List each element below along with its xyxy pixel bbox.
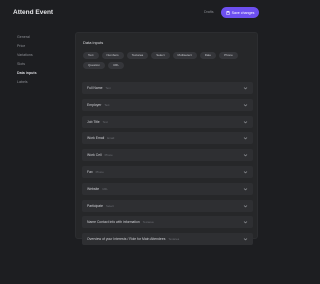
chip-select[interactable]: Select [151,52,170,59]
data-input-list: Full Name Text Employer Text Job Title Text… [82,82,253,250]
row-label: Employer [87,102,102,107]
row-label: Fax [87,169,93,174]
row-label: Work Email [87,136,105,141]
row-label: Full Name [87,86,103,90]
sidebar-item-data-inputs[interactable]: Data inputs [17,69,67,78]
row-type: URL [102,186,108,191]
row-label: Name Contact info with information [87,220,140,225]
sidebar: General Price Variations Slots Data inpu… [17,33,67,87]
sidebar-item-labels[interactable]: Labels [17,78,67,87]
row-type: Textarea [142,220,154,225]
chip-text[interactable]: Text [83,52,99,59]
sidebar-item-variations[interactable]: Variations [17,51,67,60]
chevron-down-icon[interactable] [243,119,248,125]
row-type: Text [104,102,110,107]
chevron-down-icon[interactable] [243,186,248,192]
list-item[interactable]: Participate Select [82,199,253,212]
chip-question[interactable]: Question [83,62,106,69]
list-item[interactable]: Full Name Text [82,82,253,94]
list-item[interactable]: Name Contact info with information Textar… [82,216,253,229]
chip-textarea[interactable]: Textarea [126,52,149,59]
save-icon [225,10,230,15]
data-inputs-panel: Data inputs Text Numbers Textarea Select… [75,32,258,246]
row-type: Text [105,86,111,90]
sidebar-item-price[interactable]: Price [17,42,67,51]
sidebar-item-slots[interactable]: Slots [17,60,67,69]
panel-title: Data inputs [83,40,104,45]
chip-date[interactable]: Date [199,52,217,59]
chevron-down-icon[interactable] [243,219,248,225]
chevron-down-icon[interactable] [243,135,248,141]
drafts-link[interactable]: Drafts [204,10,214,14]
row-type: Email [107,136,115,141]
row-type: Text [102,119,108,124]
row-type: Phone [104,153,113,158]
save-changes-label: Save changes [231,10,255,15]
chevron-down-icon[interactable] [243,85,248,91]
save-changes-button[interactable]: Save changes [221,7,259,18]
sidebar-item-general[interactable]: General [17,33,67,42]
list-item[interactable]: Employer Text [82,98,253,111]
row-type: Select [106,203,114,208]
list-item[interactable]: Job Title Text [82,115,253,128]
list-item[interactable]: Overview of your Interests / Role for Ma… [82,233,253,246]
header: Attend Event Drafts Save changes [0,0,300,26]
list-item[interactable]: Fax Phone [82,165,253,178]
row-type: Phone [95,169,104,174]
page-title: Attend Event [13,9,54,16]
chip-numbers[interactable]: Numbers [101,52,124,59]
chevron-down-icon[interactable] [243,152,248,158]
chip-multiselect[interactable]: Multiselect [172,52,197,59]
row-type: Textarea [168,237,180,242]
chevron-down-icon[interactable] [243,203,248,209]
row-label: Job Title [87,119,100,124]
row-label: Participate [87,203,104,208]
chevron-down-icon[interactable] [243,102,248,108]
input-type-chips: Text Numbers Textarea Select Multiselect… [83,52,255,69]
list-item[interactable]: Work Email Email [82,132,253,145]
chip-phone[interactable]: Phone [219,52,238,59]
row-label: Work Cell [87,153,102,158]
chevron-down-icon[interactable] [243,236,248,242]
list-item[interactable]: Website URL [82,182,253,195]
chip-url[interactable]: URL [108,62,125,69]
row-label: Website [87,186,100,191]
list-item[interactable]: Work Cell Phone [82,149,253,162]
row-label: Overview of your Interests / Role for Ma… [87,237,166,242]
chevron-down-icon[interactable] [243,169,248,175]
